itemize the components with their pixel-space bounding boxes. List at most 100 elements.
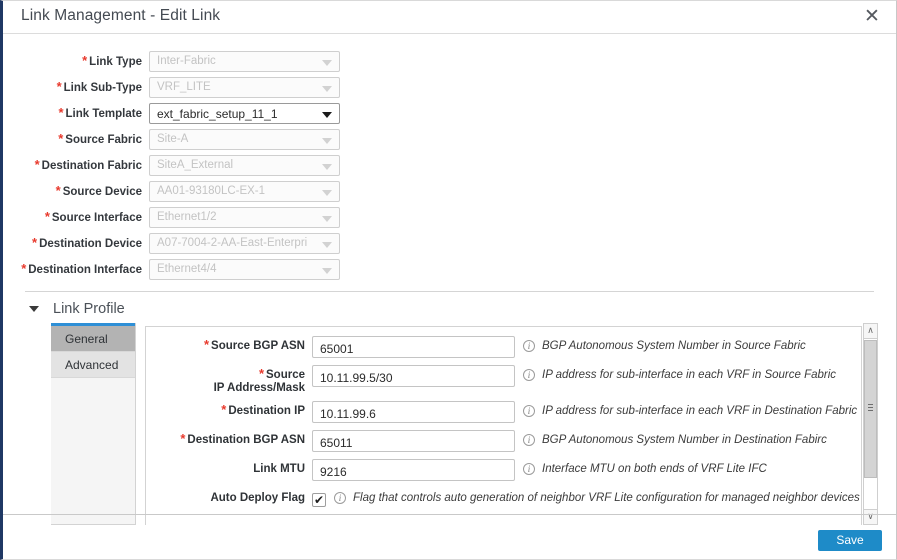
input-source-bgp-asn[interactable] — [312, 336, 515, 358]
field-label: Link MTU — [146, 459, 312, 476]
field-label-text: Auto Deploy Flag — [210, 492, 305, 504]
field-label-text: Source — [266, 369, 305, 381]
field-label: * Source Device — [3, 182, 149, 198]
field-help-text: i Interface MTU on both ends of VRF Lite … — [515, 459, 767, 475]
required-marker-icon: * — [21, 260, 27, 276]
dropdown-link-template[interactable]: ext_fabric_setup_11_1 — [149, 103, 340, 124]
info-icon: i — [523, 434, 535, 446]
link-profile-title: Link Profile — [53, 301, 125, 317]
field-label: * Source Interface — [3, 208, 149, 224]
close-icon[interactable]: ✕ — [860, 5, 884, 29]
dropdown-link-type: Inter-Fabric — [149, 51, 340, 72]
chevron-down-icon — [322, 138, 332, 144]
dialog-header: Link Management - Edit Link ✕ — [3, 1, 896, 34]
help-text: Interface MTU on both ends of VRF Lite I… — [542, 463, 767, 475]
scroll-up-icon[interactable]: ∧ — [864, 324, 877, 339]
form-row: * Source Interface Ethernet1/2 — [3, 206, 896, 229]
profile-field-row: *Destination BGP ASN i BGP Autonomous Syst… — [146, 430, 861, 453]
input-destination-ip[interactable] — [312, 401, 515, 423]
field-help-text: i IP address for sub-interface in each VR… — [515, 401, 857, 417]
scrollbar-thumb[interactable] — [864, 340, 877, 478]
required-marker-icon: * — [55, 182, 61, 198]
field-label: * Destination IP — [146, 401, 312, 418]
page-title: Link Management - Edit Link — [21, 7, 221, 24]
required-marker-icon: * — [32, 234, 38, 250]
field-label-text: Source Interface — [51, 211, 142, 224]
help-text: IP address for sub-interface in each VRF… — [542, 405, 858, 417]
required-marker-icon: * — [82, 52, 88, 68]
field-help-text: i BGP Autonomous System Number in Destina… — [515, 430, 827, 446]
required-marker-icon: * — [56, 78, 62, 94]
dropdown-value: AA01-93180LC-EX-1 — [157, 185, 266, 197]
field-label: * Link Type — [3, 52, 149, 68]
field-label-text: Source BGP ASN — [211, 340, 305, 352]
field-help-text: i BGP Autonomous System Number in Source … — [515, 336, 806, 352]
required-marker-icon: * — [203, 337, 210, 352]
field-label-text: Destination IP — [228, 405, 305, 417]
form-row: * Source Device AA01-93180LC-EX-1 — [3, 180, 896, 203]
profile-field-row: *Destination IP i IP address for sub-inter… — [146, 401, 861, 424]
help-text: BGP Autonomous System Number in Destinat… — [542, 434, 827, 446]
field-label: * Destination BGP ASN — [146, 430, 312, 447]
required-marker-icon: * — [258, 366, 264, 381]
dropdown-value: VRF_LITE — [157, 81, 211, 93]
chevron-down-icon — [322, 268, 332, 274]
info-icon: i — [334, 492, 346, 504]
dropdown-destination-fabric: SiteA_External — [149, 155, 340, 176]
chevron-down-icon — [322, 164, 332, 170]
form-row: * Destination Fabric SiteA_External — [3, 154, 896, 177]
dropdown-value: A07-7004-2-AA-East-Enterpri — [157, 237, 308, 249]
field-help-text: i Flag that controls auto generation of n… — [326, 488, 860, 504]
checkbox-auto-deploy-flag[interactable]: ✔ — [312, 493, 326, 507]
profile-field-row: Link MTU i Interface MTU on both ends of V… — [146, 459, 861, 482]
profile-field-row: Auto Deploy Flag ✔ i Flag that controls aut… — [146, 488, 861, 511]
dropdown-link-sub-type: VRF_LITE — [149, 77, 340, 98]
profile-field-row: *Source BGP ASN i BGP Autonomous System Nu… — [146, 336, 861, 359]
profile-scrollbar[interactable]: ∧ ∨ — [863, 323, 878, 525]
info-icon: i — [523, 405, 535, 417]
field-label: * Source BGP ASN — [146, 336, 312, 353]
form-row: * Source Fabric Site-A — [3, 128, 896, 151]
link-identity-form: * Link Type Inter-Fabric * Link Sub-Type VRF_… — [3, 34, 896, 281]
required-marker-icon: * — [44, 208, 50, 224]
form-row: * Link Template ext_fabric_setup_11_1 — [3, 102, 896, 125]
dropdown-value: ext_fabric_setup_11_1 — [157, 107, 278, 121]
field-label-text: Destination Fabric — [41, 159, 142, 172]
required-marker-icon: * — [221, 402, 227, 417]
field-label: * Link Sub-Type — [3, 78, 149, 94]
edit-link-dialog: Link Management - Edit Link ✕ * Link Type… — [0, 0, 897, 560]
required-marker-icon: * — [58, 130, 64, 146]
info-icon: i — [523, 369, 535, 381]
input-destination-bgp-asn[interactable] — [312, 430, 515, 452]
footer-divider — [3, 514, 896, 515]
info-icon: i — [523, 463, 535, 475]
field-label: * Destination Fabric — [3, 156, 149, 172]
input-link-mtu[interactable] — [312, 459, 515, 481]
input-source-ip-address-mask[interactable] — [312, 365, 515, 387]
required-marker-icon: * — [58, 104, 64, 120]
field-label: Auto Deploy Flag — [146, 488, 312, 505]
tab-general[interactable]: General — [51, 326, 135, 352]
tab-advanced[interactable]: Advanced — [51, 352, 135, 378]
save-button[interactable]: Save — [818, 530, 882, 551]
form-row: * Destination Interface Ethernet4/4 — [3, 258, 896, 281]
field-label: * Destination Interface — [3, 260, 149, 276]
field-label-text: Destination Interface — [28, 263, 142, 276]
field-label: * Destination Device — [3, 234, 149, 250]
chevron-down-icon[interactable] — [29, 306, 39, 312]
field-label-text: Destination Device — [39, 237, 142, 250]
dropdown-destination-interface: Ethernet4/4 — [149, 259, 340, 280]
chevron-down-icon — [322, 242, 332, 248]
form-row: * Destination Device A07-7004-2-AA-East-En… — [3, 232, 896, 255]
form-row: * Link Type Inter-Fabric — [3, 50, 896, 73]
chevron-down-icon — [322, 112, 332, 118]
scrollbar-grip-icon — [868, 404, 873, 411]
dropdown-value: SiteA_External — [157, 159, 234, 171]
dropdown-source-fabric: Site-A — [149, 129, 340, 150]
required-marker-icon: * — [34, 156, 40, 172]
scroll-down-icon[interactable]: ∨ — [864, 509, 877, 524]
info-icon: i — [523, 340, 535, 352]
dropdown-value: Ethernet1/2 — [157, 211, 217, 223]
field-label-text: Destination BGP ASN — [187, 434, 305, 446]
field-help-text: i IP address for sub-interface in each VR… — [515, 365, 836, 381]
